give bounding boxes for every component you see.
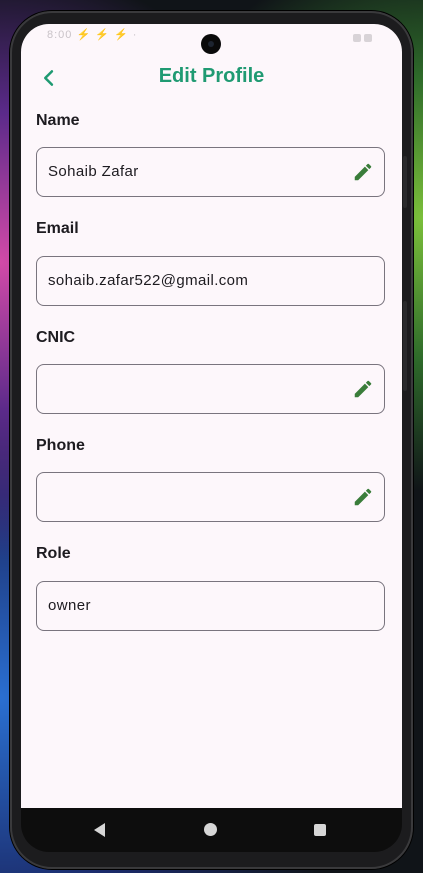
page-title: Edit Profile: [158, 65, 265, 87]
square-recent-icon[interactable]: [314, 824, 326, 836]
phone-field[interactable]: [36, 472, 385, 522]
role-field[interactable]: owner: [36, 581, 385, 631]
email-field[interactable]: sohaib.zafar522@gmail.com: [36, 256, 385, 306]
edit-phone-button[interactable]: [352, 486, 374, 508]
pencil-icon: [354, 488, 372, 506]
battery-icon: [364, 34, 372, 42]
role-label: Role: [36, 545, 71, 562]
app-bar: Edit Profile: [21, 58, 402, 98]
cnic-field[interactable]: [36, 364, 385, 414]
name-value: Sohaib Zafar: [48, 163, 139, 180]
email-label: Email: [36, 220, 79, 237]
cnic-label: CNIC: [36, 329, 76, 346]
triangle-back-icon[interactable]: [94, 823, 105, 837]
power-button: [403, 301, 407, 391]
app-screen: 8:00 ⚡ ⚡ ⚡ · Edit Profile Name Sohaib Za…: [21, 24, 402, 808]
edit-name-button[interactable]: [352, 161, 374, 183]
name-field[interactable]: Sohaib Zafar: [36, 147, 385, 197]
role-value: owner: [48, 597, 91, 614]
circle-home-icon[interactable]: [204, 823, 217, 836]
pencil-icon: [354, 163, 372, 181]
wifi-icon: [353, 34, 361, 42]
pencil-icon: [354, 380, 372, 398]
front-camera: [201, 34, 221, 54]
volume-button: [403, 156, 407, 208]
status-text: 8:00 ⚡ ⚡ ⚡ ·: [47, 29, 138, 41]
name-label: Name: [36, 112, 80, 129]
system-nav-bar: [21, 808, 402, 852]
phone-label: Phone: [36, 437, 85, 454]
edit-cnic-button[interactable]: [352, 378, 374, 400]
email-value: sohaib.zafar522@gmail.com: [48, 272, 249, 289]
status-icons: [350, 29, 380, 42]
